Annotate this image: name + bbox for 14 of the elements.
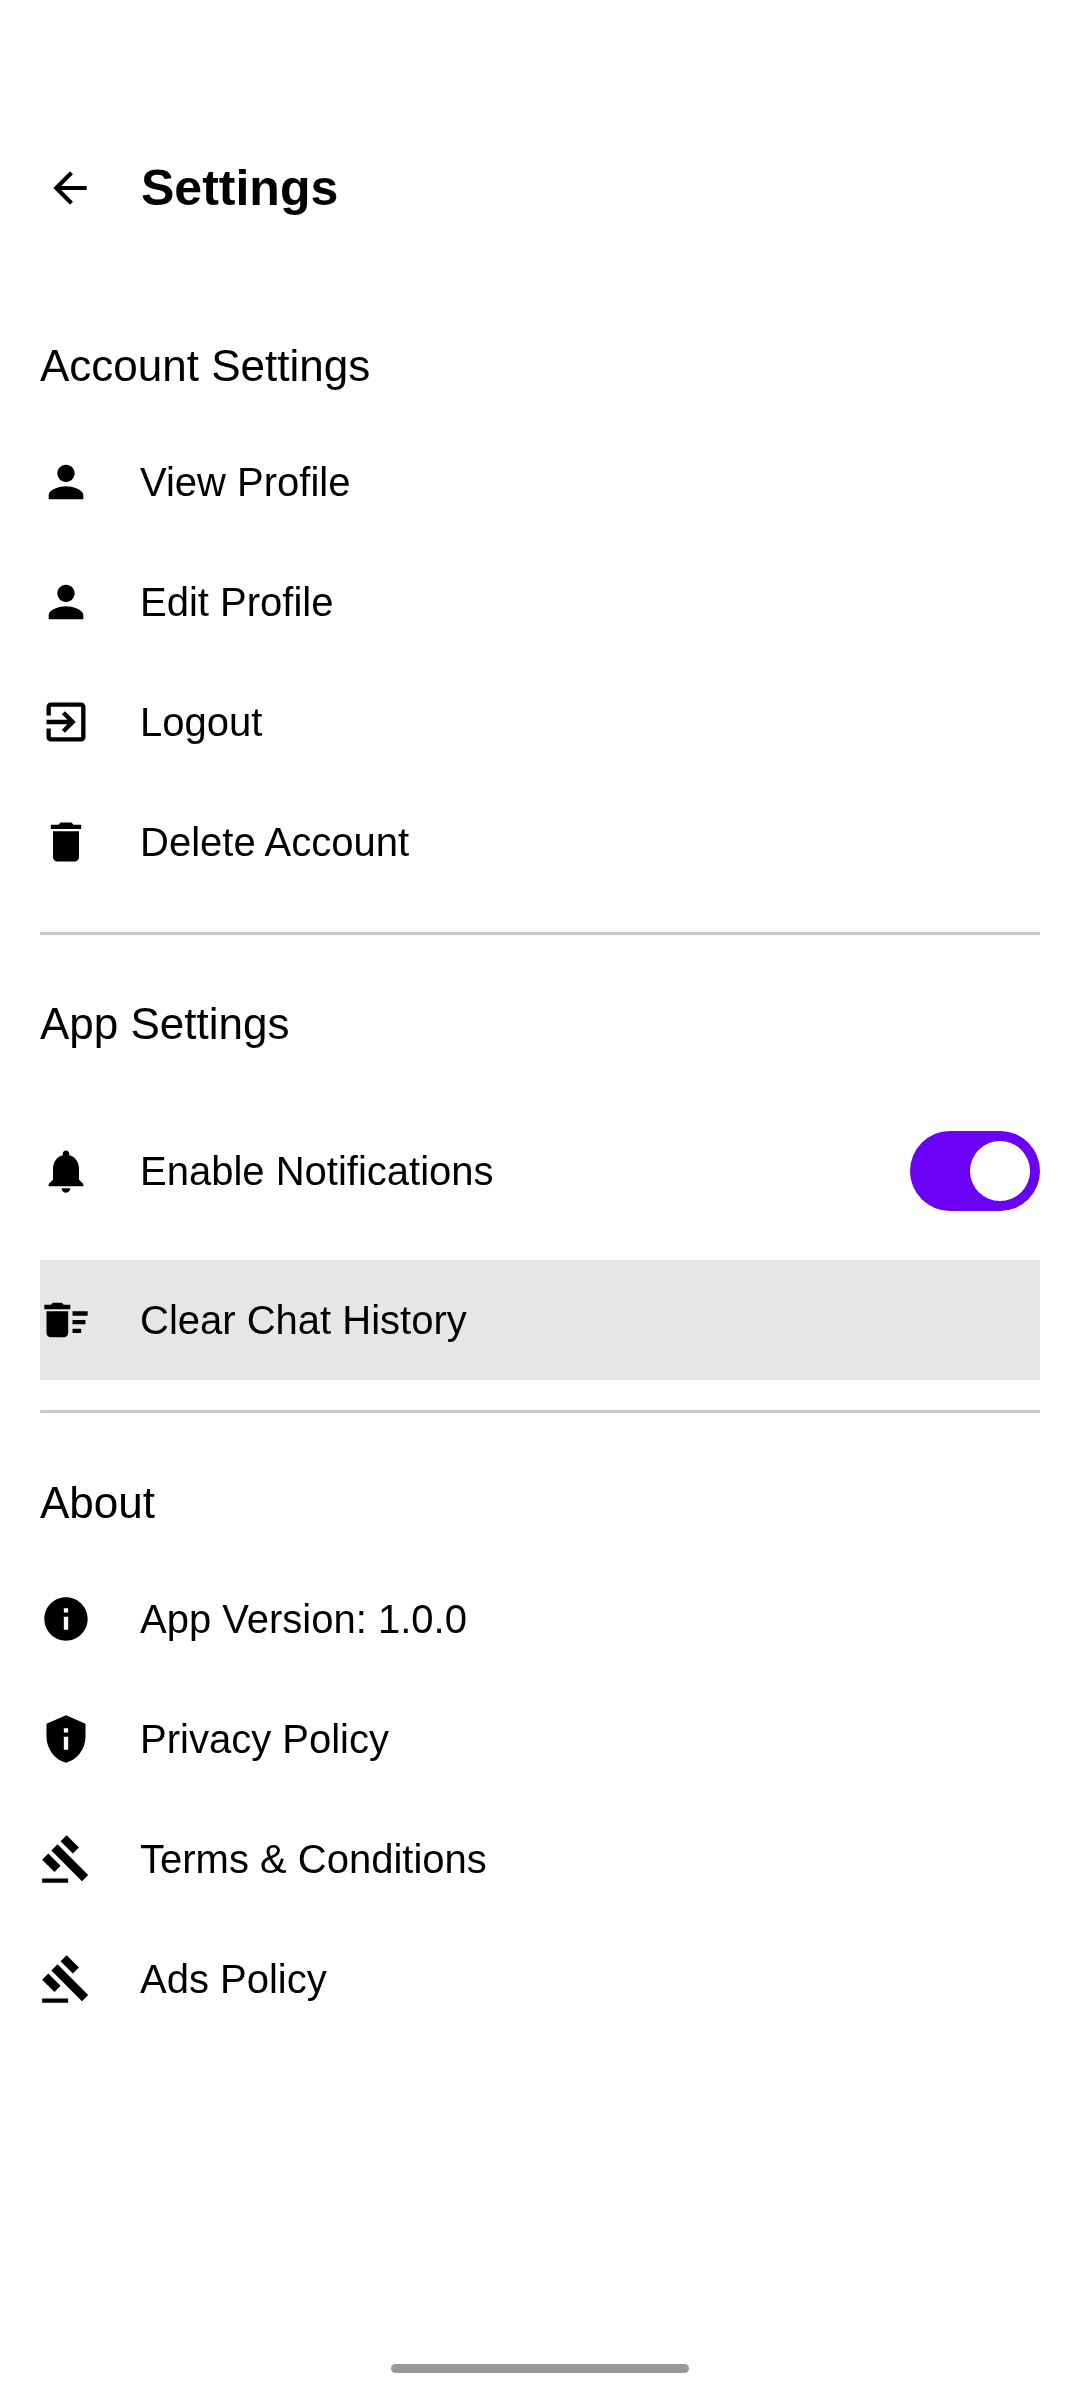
section-heading: About <box>40 1477 155 1529</box>
settings-item[interactable]: Logout <box>40 662 1040 782</box>
settings-item[interactable]: Edit Profile <box>40 542 1040 662</box>
settings-item[interactable]: Terms & Conditions <box>40 1799 1040 1919</box>
settings-item[interactable]: Delete Account <box>40 782 1040 902</box>
settings-item[interactable]: App Version: 1.0.0 <box>40 1559 1040 1679</box>
settings-item[interactable]: Clear Chat History <box>40 1260 1040 1380</box>
section-heading: App Settings <box>40 998 290 1050</box>
setting-label: Enable Notifications <box>140 1148 494 1195</box>
settings-item[interactable]: View Profile <box>40 422 1040 542</box>
page-title: Settings <box>141 158 339 218</box>
section-heading: Account Settings <box>40 340 371 392</box>
settings-item[interactable]: Privacy Policy <box>40 1679 1040 1799</box>
settings-item[interactable]: Ads Policy <box>40 1919 1040 2039</box>
